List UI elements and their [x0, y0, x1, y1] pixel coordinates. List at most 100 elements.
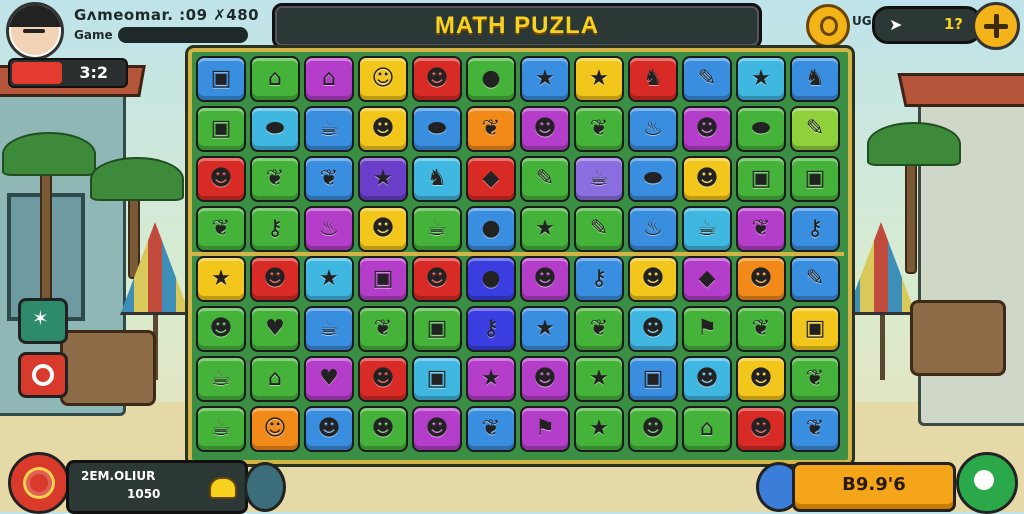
tile[interactable]: ☻	[628, 406, 678, 452]
tile[interactable]: ❦	[574, 106, 624, 152]
tile[interactable]: ⬬	[736, 106, 786, 152]
tile[interactable]: ▣	[196, 56, 246, 102]
tile[interactable]: ⚷	[466, 306, 516, 352]
tile[interactable]: ☻	[358, 406, 408, 452]
tile[interactable]: ⚷	[574, 256, 624, 302]
tile[interactable]: ✎	[790, 106, 840, 152]
tile[interactable]: ❦	[304, 156, 354, 202]
tile[interactable]: ✎	[790, 256, 840, 302]
tile[interactable]: ☻	[196, 306, 246, 352]
tile[interactable]: ★	[358, 156, 408, 202]
tile[interactable]: ❦	[196, 206, 246, 252]
tile[interactable]: ❦	[736, 206, 786, 252]
tile[interactable]: ⚑	[682, 306, 732, 352]
tile[interactable]: ☻	[358, 106, 408, 152]
tile[interactable]: ❦	[574, 306, 624, 352]
tile[interactable]: ☻	[358, 356, 408, 402]
power-button[interactable]	[8, 452, 70, 514]
tile[interactable]: ▣	[790, 306, 840, 352]
tile[interactable]: ⬬	[412, 106, 462, 152]
tile[interactable]: ◆	[682, 256, 732, 302]
tile[interactable]: ❦	[790, 406, 840, 452]
tile[interactable]: ❦	[466, 406, 516, 452]
tile[interactable]: ♥	[250, 306, 300, 352]
tile[interactable]: ⌂	[250, 356, 300, 402]
tile[interactable]: ☻	[520, 256, 570, 302]
tile[interactable]: ☻	[736, 406, 786, 452]
tile[interactable]: ★	[574, 406, 624, 452]
tile[interactable]: ✎	[682, 56, 732, 102]
tile[interactable]: ☕	[304, 306, 354, 352]
tile[interactable]: ▣	[196, 106, 246, 152]
tile[interactable]: ☻	[628, 306, 678, 352]
tile[interactable]: ▣	[628, 356, 678, 402]
tile[interactable]: ⚑	[520, 406, 570, 452]
tile[interactable]: ☻	[628, 256, 678, 302]
tile[interactable]: ☕	[196, 356, 246, 402]
tile[interactable]: ☻	[196, 156, 246, 202]
tile[interactable]: ♞	[628, 56, 678, 102]
tile[interactable]: ☺	[250, 406, 300, 452]
tile[interactable]: ★	[304, 256, 354, 302]
tile[interactable]: ◆	[466, 156, 516, 202]
tile[interactable]: ♞	[790, 56, 840, 102]
tile[interactable]: ●	[466, 56, 516, 102]
tile[interactable]: ★	[574, 356, 624, 402]
tile[interactable]: ★	[196, 256, 246, 302]
tile[interactable]: ▣	[790, 156, 840, 202]
tile[interactable]: ⌂	[304, 56, 354, 102]
tile[interactable]: ★	[574, 56, 624, 102]
tile[interactable]: ⌂	[682, 406, 732, 452]
tile[interactable]: ★	[736, 56, 786, 102]
tile[interactable]: ❦	[466, 106, 516, 152]
tile[interactable]: ✎	[520, 156, 570, 202]
tile[interactable]: ☺	[358, 56, 408, 102]
coin-icon[interactable]	[806, 4, 850, 48]
tile[interactable]: ❦	[250, 156, 300, 202]
add-button[interactable]	[972, 2, 1020, 50]
tile[interactable]: ☻	[682, 156, 732, 202]
tile[interactable]: ☻	[412, 406, 462, 452]
tile[interactable]: ☻	[358, 206, 408, 252]
tile[interactable]: ☻	[520, 356, 570, 402]
tile[interactable]: ✎	[574, 206, 624, 252]
tile[interactable]: ⬬	[628, 156, 678, 202]
tile[interactable]: ▣	[412, 356, 462, 402]
tile[interactable]: ☻	[412, 256, 462, 302]
tile[interactable]: ❦	[358, 306, 408, 352]
tile[interactable]: ☻	[736, 256, 786, 302]
tile[interactable]: ●	[466, 256, 516, 302]
tile[interactable]: ●	[466, 206, 516, 252]
tile[interactable]: ★	[520, 206, 570, 252]
tile[interactable]: ☕	[412, 206, 462, 252]
tile[interactable]: ▣	[736, 156, 786, 202]
tile[interactable]: ❦	[790, 356, 840, 402]
tile[interactable]: ♨	[304, 206, 354, 252]
tile[interactable]: ⬬	[250, 106, 300, 152]
tile[interactable]: ☕	[682, 206, 732, 252]
tile[interactable]: ☻	[412, 56, 462, 102]
tile[interactable]: ☻	[250, 256, 300, 302]
tile[interactable]: ★	[466, 356, 516, 402]
tile[interactable]: ★	[520, 56, 570, 102]
tile[interactable]: ▣	[412, 306, 462, 352]
tile[interactable]: ★	[520, 306, 570, 352]
tile[interactable]: ⚷	[790, 206, 840, 252]
tile[interactable]: ☻	[304, 406, 354, 452]
tile[interactable]: ☕	[574, 156, 624, 202]
tile[interactable]: ♨	[628, 106, 678, 152]
tile[interactable]: ☻	[682, 356, 732, 402]
tile[interactable]: ♞	[412, 156, 462, 202]
tile[interactable]: ☕	[196, 406, 246, 452]
tile[interactable]: ⚷	[250, 206, 300, 252]
tile[interactable]: ♨	[628, 206, 678, 252]
tile[interactable]: ☻	[682, 106, 732, 152]
tile[interactable]: ☻	[736, 356, 786, 402]
tile[interactable]: ☕	[304, 106, 354, 152]
confirm-button[interactable]	[956, 452, 1018, 514]
tile[interactable]: ♥	[304, 356, 354, 402]
shuffle-button[interactable]	[18, 298, 68, 344]
player-avatar[interactable]	[6, 2, 64, 60]
gem-icon[interactable]	[244, 462, 286, 512]
tile[interactable]: ⌂	[250, 56, 300, 102]
